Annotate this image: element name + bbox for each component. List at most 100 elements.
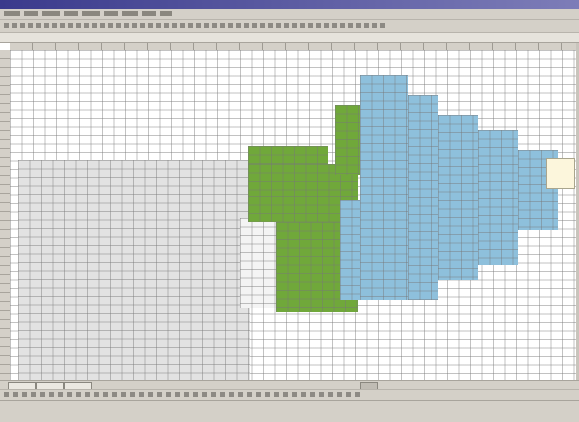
drawing-tool-icon[interactable]	[148, 392, 153, 397]
drawing-tool-icon[interactable]	[175, 392, 180, 397]
green-region[interactable]	[335, 105, 363, 175]
drawing-tool-icon[interactable]	[274, 392, 279, 397]
toolbar-button-icon[interactable]	[60, 23, 65, 28]
drawing-tool-icon[interactable]	[283, 392, 288, 397]
toolbar-button-icon[interactable]	[44, 23, 49, 28]
toolbar-button-icon[interactable]	[236, 23, 241, 28]
toolbar-button-icon[interactable]	[140, 23, 145, 28]
toolbar-button-icon[interactable]	[108, 23, 113, 28]
toolbar-button-icon[interactable]	[268, 23, 273, 28]
toolbar-button-icon[interactable]	[188, 23, 193, 28]
drawing-tool-icon[interactable]	[346, 392, 351, 397]
green-region[interactable]	[248, 146, 328, 164]
menu-item[interactable]	[24, 11, 38, 16]
blue-region[interactable]	[340, 200, 360, 300]
drawing-tool-icon[interactable]	[310, 392, 315, 397]
toolbar-button-icon[interactable]	[156, 23, 161, 28]
drawing-tool-icon[interactable]	[328, 392, 333, 397]
toolbar-button-icon[interactable]	[284, 23, 289, 28]
menu-item[interactable]	[160, 11, 172, 16]
drawing-tool-icon[interactable]	[337, 392, 342, 397]
drawing-tool-icon[interactable]	[301, 392, 306, 397]
toolbar-button-icon[interactable]	[220, 23, 225, 28]
drawing-tool-icon[interactable]	[292, 392, 297, 397]
toolbar-button-icon[interactable]	[12, 23, 17, 28]
drawing-tool-icon[interactable]	[157, 392, 162, 397]
drawing-tool-icon[interactable]	[40, 392, 45, 397]
drawing-tool-icon[interactable]	[130, 392, 135, 397]
cell-grid[interactable]	[10, 50, 576, 380]
blue-region[interactable]	[438, 115, 478, 280]
drawing-tool-icon[interactable]	[4, 392, 9, 397]
drawing-tool-icon[interactable]	[319, 392, 324, 397]
menu-item[interactable]	[82, 11, 100, 16]
toolbar-button-icon[interactable]	[300, 23, 305, 28]
blue-region[interactable]	[478, 130, 518, 265]
drawing-tool-icon[interactable]	[94, 392, 99, 397]
toolbar-button-icon[interactable]	[356, 23, 361, 28]
drawing-tool-icon[interactable]	[166, 392, 171, 397]
menu-item[interactable]	[122, 11, 138, 16]
toolbar-button-icon[interactable]	[116, 23, 121, 28]
toolbar-button-icon[interactable]	[324, 23, 329, 28]
drawing-tool-icon[interactable]	[211, 392, 216, 397]
toolbar-button-icon[interactable]	[380, 23, 385, 28]
menu-item[interactable]	[4, 11, 20, 16]
toolbar-button-icon[interactable]	[20, 23, 25, 28]
toolbar-button-icon[interactable]	[260, 23, 265, 28]
toolbar-button-icon[interactable]	[164, 23, 169, 28]
drawing-tool-icon[interactable]	[355, 392, 360, 397]
toolbar-button-icon[interactable]	[372, 23, 377, 28]
toolbar-button-icon[interactable]	[172, 23, 177, 28]
toolbar-button-icon[interactable]	[4, 23, 9, 28]
toolbar-button-icon[interactable]	[340, 23, 345, 28]
toolbar-button-icon[interactable]	[100, 23, 105, 28]
toolbar-button-icon[interactable]	[204, 23, 209, 28]
blue-region[interactable]	[408, 95, 438, 300]
toolbar-button-icon[interactable]	[348, 23, 353, 28]
drawing-tool-icon[interactable]	[13, 392, 18, 397]
menu-item[interactable]	[104, 11, 118, 16]
drawing-tool-icon[interactable]	[238, 392, 243, 397]
toolbar-button-icon[interactable]	[316, 23, 321, 28]
toolbar-button-icon[interactable]	[132, 23, 137, 28]
drawing-tool-icon[interactable]	[67, 392, 72, 397]
toolbar-button-icon[interactable]	[196, 23, 201, 28]
toolbar-button-icon[interactable]	[332, 23, 337, 28]
menu-item[interactable]	[42, 11, 60, 16]
drawing-tool-icon[interactable]	[256, 392, 261, 397]
toolbar-button-icon[interactable]	[52, 23, 57, 28]
menu-item[interactable]	[142, 11, 156, 16]
toolbar-button-icon[interactable]	[364, 23, 369, 28]
drawing-tool-icon[interactable]	[139, 392, 144, 397]
blue-region[interactable]	[360, 75, 408, 300]
menu-item[interactable]	[64, 11, 78, 16]
gray-data-table[interactable]	[18, 160, 250, 380]
toolbar-button-icon[interactable]	[228, 23, 233, 28]
drawing-tool-icon[interactable]	[247, 392, 252, 397]
drawing-tool-icon[interactable]	[85, 392, 90, 397]
drawing-tool-icon[interactable]	[31, 392, 36, 397]
toolbar-button-icon[interactable]	[124, 23, 129, 28]
drawing-tool-icon[interactable]	[112, 392, 117, 397]
drawing-tool-icon[interactable]	[220, 392, 225, 397]
toolbar-button-icon[interactable]	[148, 23, 153, 28]
toolbar-button-icon[interactable]	[28, 23, 33, 28]
drawing-tool-icon[interactable]	[265, 392, 270, 397]
drawing-tool-icon[interactable]	[229, 392, 234, 397]
toolbar-button-icon[interactable]	[292, 23, 297, 28]
drawing-tool-icon[interactable]	[202, 392, 207, 397]
toolbar-button-icon[interactable]	[68, 23, 73, 28]
toolbar-button-icon[interactable]	[276, 23, 281, 28]
drawing-tool-icon[interactable]	[193, 392, 198, 397]
toolbar-button-icon[interactable]	[180, 23, 185, 28]
drawing-tool-icon[interactable]	[184, 392, 189, 397]
drawing-tool-icon[interactable]	[58, 392, 63, 397]
toolbar-button-icon[interactable]	[84, 23, 89, 28]
toolbar-button-icon[interactable]	[36, 23, 41, 28]
toolbar-button-icon[interactable]	[244, 23, 249, 28]
toolbar-button-icon[interactable]	[76, 23, 81, 28]
toolbar-button-icon[interactable]	[212, 23, 217, 28]
drawing-tool-icon[interactable]	[121, 392, 126, 397]
toolbar-button-icon[interactable]	[92, 23, 97, 28]
